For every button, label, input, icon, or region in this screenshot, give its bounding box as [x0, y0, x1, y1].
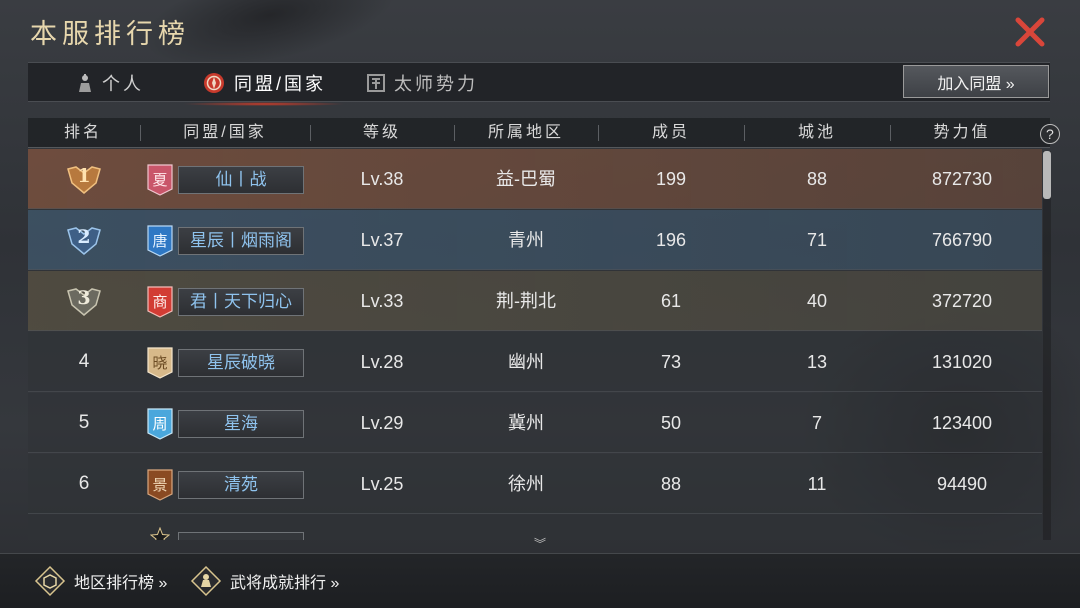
help-glyph: ?	[1046, 125, 1054, 142]
members-cell: 199	[655, 169, 687, 189]
alliance-name[interactable]: 星辰破晓	[178, 349, 304, 377]
alliance-name[interactable]: 君丨天下归心	[178, 288, 304, 316]
power-cell: 131020	[931, 352, 993, 372]
table-row[interactable]: 4 晓 星辰破晓 Lv.28 幽州 73 13 131020	[28, 332, 1042, 392]
power-cell: 372720	[931, 291, 993, 311]
alliance-name[interactable]: 清苑	[178, 471, 304, 499]
cities-cell: 11	[807, 474, 827, 494]
rank-number: 2	[77, 226, 91, 248]
region-cell: 荆-荆北	[496, 291, 556, 311]
level-cell: Lv.37	[360, 230, 404, 250]
members-cell: 73	[660, 352, 682, 372]
cities-cell: 71	[806, 230, 828, 250]
general-achievement-link[interactable]: 武将成就排行 »	[190, 562, 339, 600]
table-header: 排名 同盟/国家 等级 所属地区 成员 城池 势力值	[28, 118, 1050, 148]
power-cell: 872730	[931, 169, 993, 189]
alliance-banner: 唐	[146, 224, 174, 258]
alliance-nameplate-partial	[178, 532, 304, 540]
bottom-bar: 地区排行榜 » 武将成就排行 »	[0, 553, 1080, 608]
cities-cell: 88	[806, 169, 828, 189]
table-row[interactable]: 3 商 君丨天下归心 Lv.33 荆-荆北 61 40 372720	[28, 271, 1042, 331]
alliance-banner: 晓	[146, 346, 174, 380]
members-cell: 50	[660, 413, 682, 433]
scroll-more-chevron-icon: ︾	[534, 537, 547, 551]
silver-blue-rank-medal: 2	[66, 224, 102, 256]
banner-char: 周	[152, 415, 168, 433]
region-ranking-link[interactable]: 地区排行榜 »	[34, 562, 167, 600]
banner-char: 晓	[152, 354, 168, 372]
tab-faction[interactable]: 太师势力	[366, 63, 478, 103]
gold-rank-medal: 1	[66, 163, 102, 195]
region-ranking-icon	[34, 565, 66, 597]
column-header-cities: 城池	[797, 124, 836, 141]
rank-number: 4	[78, 351, 90, 372]
scrollbar-thumb[interactable]	[1043, 151, 1051, 199]
column-header-rank: 排名	[63, 124, 102, 141]
alliance-banner: 景	[146, 468, 174, 502]
alliance-banner: 周	[146, 407, 174, 441]
general-achievement-icon	[190, 565, 222, 597]
column-header-level: 等级	[362, 124, 401, 141]
tab-personal[interactable]: 个人	[76, 63, 144, 103]
cities-cell: 13	[806, 352, 828, 372]
banner-char: 唐	[152, 232, 168, 250]
faction-tower-icon	[367, 74, 385, 92]
tab-alliance-country[interactable]: 同盟/国家	[181, 63, 347, 106]
level-cell: Lv.25	[360, 474, 404, 494]
bronze-rank-medal: 3	[66, 285, 102, 317]
region-cell: 幽州	[508, 352, 544, 372]
banner-char: 夏	[152, 171, 168, 189]
tab-bar: 个人 同盟/国家 太师势力	[28, 62, 1050, 106]
close-icon[interactable]	[1012, 14, 1048, 50]
rank-number: 6	[78, 473, 90, 494]
rank-number: 5	[78, 412, 90, 433]
members-cell: 196	[655, 230, 687, 250]
members-cell: 61	[660, 291, 682, 311]
tab-label: 太师势力	[394, 74, 478, 94]
tab-label: 个人	[102, 74, 144, 94]
scroll-track[interactable]	[1043, 151, 1051, 540]
region-cell: 冀州	[508, 413, 544, 433]
column-header-members: 成员	[651, 124, 690, 141]
cities-cell: 7	[811, 413, 822, 433]
column-header-alliance: 同盟/国家	[183, 124, 267, 141]
alliance-name[interactable]: 仙丨战	[178, 166, 304, 194]
ranking-list[interactable]: 1 夏 仙丨战 Lv.38 益-巴蜀 199 88 872730 2 唐 星辰丨…	[28, 149, 1050, 540]
rank-number: 3	[77, 287, 91, 309]
cities-cell: 40	[806, 291, 828, 311]
tab-label: 同盟/国家	[234, 74, 327, 94]
level-cell: Lv.33	[360, 291, 404, 311]
members-cell: 88	[660, 474, 682, 494]
region-cell: 青州	[508, 230, 544, 250]
table-row[interactable]: 1 夏 仙丨战 Lv.38 益-巴蜀 199 88 872730	[28, 149, 1042, 209]
column-header-region: 所属地区	[487, 124, 564, 141]
star-banner-icon	[150, 527, 170, 540]
join-alliance-button[interactable]: 加入同盟 »	[903, 65, 1049, 98]
column-header-power: 势力值	[933, 124, 991, 141]
table-row[interactable]: 2 唐 星辰丨烟雨阁 Lv.37 青州 196 71 766790	[28, 210, 1042, 270]
alliance-banner: 商	[146, 285, 174, 319]
banner-char: 商	[152, 293, 168, 311]
level-cell: Lv.38	[360, 169, 404, 189]
power-cell: 123400	[931, 413, 993, 433]
level-cell: Lv.29	[360, 413, 404, 433]
alliance-emblem-icon	[204, 73, 224, 93]
region-ranking-label: 地区排行榜 »	[74, 575, 168, 592]
table-row[interactable]: 6 景 清苑 Lv.25 徐州 88 11 94490	[28, 454, 1042, 514]
table-row[interactable]: 5 周 星海 Lv.29 冀州 50 7 123400	[28, 393, 1042, 453]
region-cell: 益-巴蜀	[496, 169, 556, 189]
level-cell: Lv.28	[360, 352, 404, 372]
person-icon	[79, 74, 91, 92]
power-cell: 766790	[931, 230, 993, 250]
rank-number: 1	[77, 165, 91, 187]
alliance-banner: 夏	[146, 163, 174, 197]
region-cell: 徐州	[508, 474, 544, 494]
alliance-name[interactable]: 星海	[178, 410, 304, 438]
banner-char: 景	[152, 476, 168, 494]
page-title: 本服排行榜	[30, 19, 190, 50]
power-cell: 94490	[936, 474, 988, 494]
general-achievement-label: 武将成就排行 »	[230, 575, 340, 592]
alliance-name[interactable]: 星辰丨烟雨阁	[178, 227, 304, 255]
